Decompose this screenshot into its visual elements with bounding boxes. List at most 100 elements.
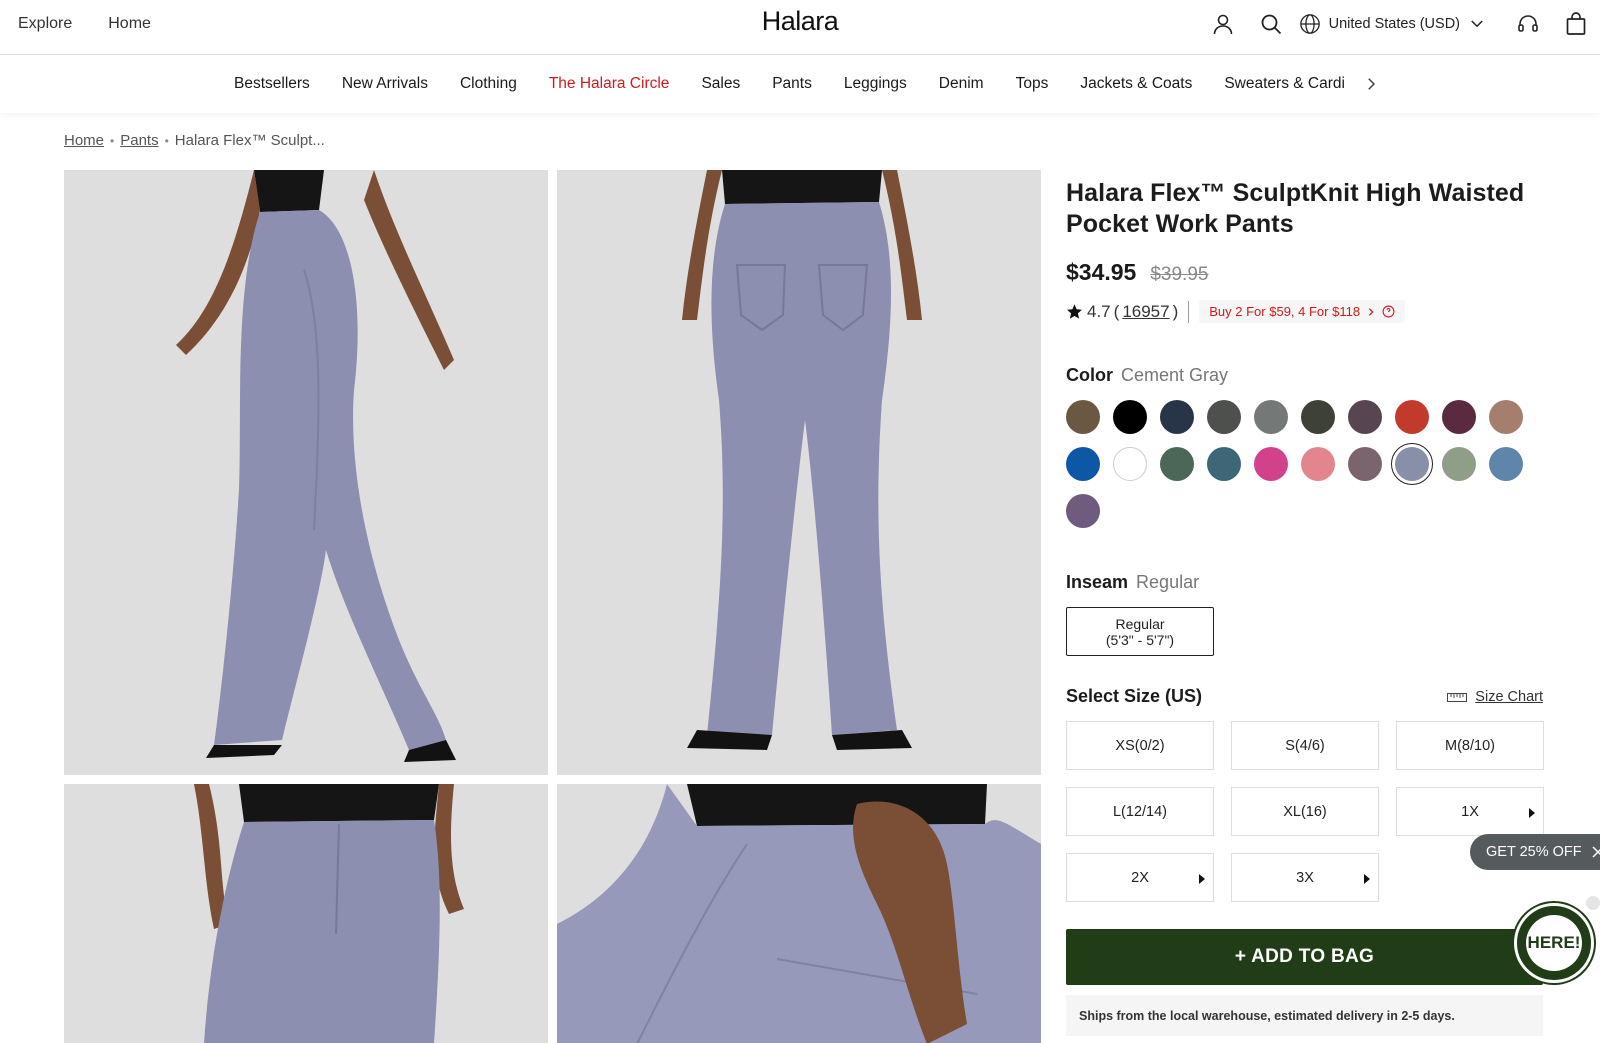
color-swatch[interactable] [1207, 400, 1241, 434]
current-price: $34.95 [1066, 259, 1137, 285]
category-sales[interactable]: Sales [701, 75, 740, 93]
search-icon[interactable] [1247, 0, 1295, 47]
size-option[interactable]: 3X [1231, 853, 1379, 902]
category-nav: Bestsellers New Arrivals Clothing The Ha… [0, 55, 1600, 113]
star-icon [1067, 304, 1082, 319]
color-swatch[interactable] [1489, 447, 1523, 481]
category-clothing[interactable]: Clothing [460, 75, 517, 93]
category-tops[interactable]: Tops [1016, 75, 1049, 93]
category-halara-circle[interactable]: The Halara Circle [549, 75, 670, 93]
color-swatch[interactable] [1391, 443, 1433, 485]
color-swatch[interactable] [1301, 447, 1335, 481]
color-swatch[interactable] [1489, 400, 1523, 434]
color-swatch[interactable] [1348, 400, 1382, 434]
rating-row: 4.7 ( 16957 ) Buy 2 For $59, 4 For $118 [1066, 300, 1543, 323]
color-selected: Cement Gray [1121, 365, 1229, 385]
category-jackets-coats[interactable]: Jackets & Coats [1080, 75, 1192, 93]
category-sweaters[interactable]: Sweaters & Cardi [1224, 75, 1345, 93]
category-leggings[interactable]: Leggings [844, 75, 907, 93]
size-heading: Select Size (US) Size Chart [1066, 686, 1543, 707]
size-option-label: S(4/6) [1285, 737, 1325, 754]
caret-right-icon [1199, 874, 1205, 884]
size-option[interactable]: XS(0/2) [1066, 721, 1214, 770]
color-swatch[interactable] [1395, 400, 1429, 434]
region-selector[interactable]: United States (USD) [1299, 13, 1486, 35]
free-gift-badge[interactable]: HERE! [1514, 903, 1594, 983]
support-headset-icon[interactable] [1504, 0, 1552, 47]
inseam-option-name: Regular [1115, 615, 1165, 632]
color-swatch[interactable] [1254, 447, 1288, 481]
category-list: Bestsellers New Arrivals Clothing The Ha… [234, 55, 1356, 113]
breadcrumb-separator: • [164, 133, 169, 148]
size-option[interactable]: 1X [1396, 787, 1544, 836]
category-new-arrivals[interactable]: New Arrivals [342, 75, 428, 93]
color-swatch[interactable] [1113, 447, 1147, 481]
size-option[interactable]: L(12/14) [1066, 787, 1214, 836]
caret-right-icon [1529, 808, 1535, 818]
bundle-promo[interactable]: Buy 2 For $59, 4 For $118 [1199, 300, 1406, 323]
size-option-label: 3X [1296, 869, 1314, 886]
product-image-pocket[interactable] [557, 784, 1041, 1043]
chevron-right-icon[interactable] [1362, 75, 1380, 93]
color-swatch[interactable] [1442, 447, 1476, 481]
category-pants[interactable]: Pants [772, 75, 812, 93]
category-bestsellers[interactable]: Bestsellers [234, 75, 310, 93]
close-icon[interactable] [1586, 896, 1600, 910]
color-swatch[interactable] [1160, 400, 1194, 434]
nav-explore[interactable]: Explore [18, 15, 72, 33]
color-label: Color [1066, 365, 1113, 385]
discount-label: GET 25% OFF [1486, 844, 1582, 860]
color-swatch[interactable] [1066, 400, 1100, 434]
size-option[interactable]: M(8/10) [1396, 721, 1544, 770]
header-actions: United States (USD) [1199, 0, 1600, 47]
close-icon[interactable] [1592, 846, 1600, 858]
ruler-icon [1447, 692, 1468, 702]
color-swatch[interactable] [1254, 400, 1288, 434]
add-to-bag-button[interactable]: + ADD TO BAG [1066, 929, 1543, 985]
color-swatches [1066, 400, 1543, 528]
paren-open: ( [1113, 301, 1120, 321]
inseam-selected: Regular [1136, 572, 1200, 592]
free-gift-label: HERE! [1526, 915, 1582, 971]
color-swatch[interactable] [1301, 400, 1335, 434]
product-image-side[interactable] [64, 170, 548, 775]
discount-tab[interactable]: GET 25% OFF [1470, 834, 1600, 870]
breadcrumb-pants[interactable]: Pants [120, 132, 158, 149]
size-option[interactable]: S(4/6) [1231, 721, 1379, 770]
size-option-label: M(8/10) [1445, 737, 1495, 754]
globe-icon [1299, 13, 1320, 34]
color-swatch[interactable] [1442, 400, 1476, 434]
rating-value: 4.7 [1087, 301, 1111, 321]
size-option[interactable]: XL(16) [1231, 787, 1379, 836]
account-icon[interactable] [1199, 0, 1247, 47]
inseam-label: Inseam [1066, 572, 1129, 592]
color-swatch[interactable] [1066, 447, 1100, 481]
bag-icon[interactable] [1552, 0, 1600, 47]
inseam-option-range: (5'3" - 5'7") [1105, 631, 1175, 648]
size-option-label: 2X [1131, 869, 1149, 886]
product-image-back[interactable] [557, 170, 1041, 775]
size-chart-link[interactable]: Size Chart [1447, 689, 1543, 705]
color-swatch[interactable] [1066, 494, 1100, 528]
product-image-front[interactable] [64, 784, 548, 1043]
color-swatch[interactable] [1113, 400, 1147, 434]
paren-close: ) [1172, 301, 1179, 321]
nav-home[interactable]: Home [108, 15, 151, 33]
size-option-label: XL(16) [1283, 803, 1327, 820]
size-option[interactable]: 2X [1066, 853, 1214, 902]
category-denim[interactable]: Denim [939, 75, 984, 93]
shipping-notice: Ships from the local warehouse, estimate… [1066, 995, 1543, 1036]
inseam-heading: Inseam Regular [1066, 572, 1543, 593]
size-options: XS(0/2) S(4/6) M(8/10) L(12/14) XL(16) 1X 2X 3X [1066, 721, 1544, 902]
color-swatch[interactable] [1160, 447, 1194, 481]
size-chart-label: Size Chart [1475, 688, 1543, 705]
site-logo[interactable]: Halara [762, 6, 839, 36]
breadcrumb: Home • Pants • Halara Flex™ Sculpt... [64, 132, 325, 149]
caret-right-icon [1364, 874, 1370, 884]
inseam-option-regular[interactable]: Regular (5'3" - 5'7") [1066, 607, 1214, 656]
color-swatch[interactable] [1207, 447, 1241, 481]
review-count[interactable]: 16957 [1122, 302, 1169, 322]
breadcrumb-home[interactable]: Home [64, 132, 104, 149]
color-swatch[interactable] [1348, 447, 1382, 481]
product-info: Halara Flex™ SculptKnit High Waisted Poc… [1066, 178, 1544, 1036]
